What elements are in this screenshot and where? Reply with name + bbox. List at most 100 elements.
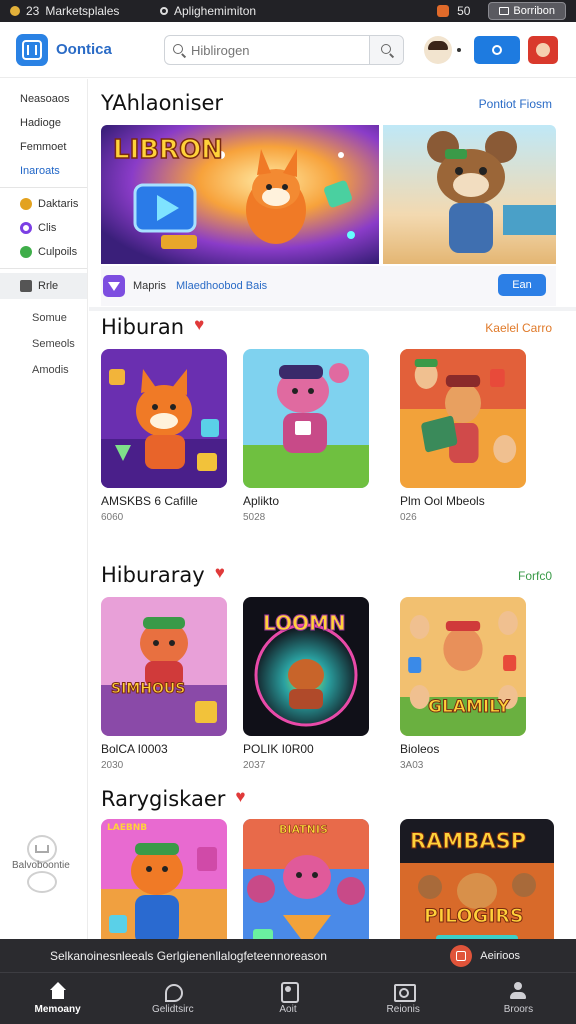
game-title: Aplikto <box>243 494 280 508</box>
sidebar-item-4[interactable]: Inaroats <box>0 159 87 183</box>
featured-link[interactable]: Pontiot Fiosm <box>479 97 552 111</box>
game-meta: 026 <box>400 512 417 523</box>
bottom-tab-bar: Memoany Gelidtsirc Aoit Reionis Broors <box>0 973 576 1024</box>
search-input[interactable] <box>191 42 371 58</box>
game-card[interactable]: GLAMILY Bioleos 3A03 <box>400 597 526 771</box>
sidebar-item-2[interactable]: Hadioge <box>0 111 87 135</box>
bottom-action-label: Aeirioos <box>480 950 520 962</box>
game-art-text: GLAMILY <box>428 697 511 718</box>
featured-banner-main[interactable]: LIBRON <box>101 125 379 264</box>
fox-blue-game-art <box>101 819 227 939</box>
section-title: Hiburan <box>101 315 185 339</box>
app-dot-icon <box>10 6 20 16</box>
section-link[interactable]: Forfc0 <box>518 569 552 583</box>
section-title: Hiburaray <box>101 563 205 587</box>
game-card[interactable]: RAMBASP PILOGIRS <box>400 819 554 939</box>
tab-label: Reionis <box>386 1004 420 1015</box>
photo-icon <box>393 982 417 1002</box>
app-logo[interactable] <box>16 33 48 66</box>
sidebar-group[interactable]: Rrle <box>0 273 87 299</box>
sidebar-item-label: Inaroats <box>20 165 60 177</box>
fox-game-art <box>101 349 227 488</box>
sidebar-item-3[interactable]: Femmoet <box>0 135 87 159</box>
game-art-text: LOOMN <box>263 611 347 636</box>
tab-label: Aoit <box>279 1004 297 1015</box>
heart-icon <box>215 563 231 583</box>
section-link[interactable]: Kaelel Carro <box>485 321 552 335</box>
game-card[interactable]: Plm Ool Mbeols 026 <box>400 349 526 523</box>
game-thumbnail: GLAMILY <box>400 597 526 736</box>
tab-label: Memoany <box>34 1004 81 1015</box>
avatar[interactable] <box>424 36 452 64</box>
game-thumbnail: LAEBNB <box>101 819 227 939</box>
bell-icon <box>492 45 502 55</box>
featured-banner-side[interactable] <box>383 125 556 264</box>
game-art-text: RAMBASP <box>409 829 527 854</box>
divider <box>0 268 87 269</box>
status-time: 23 <box>26 4 40 18</box>
game-card[interactable]: LOOMN POLIK I0R00 2037 <box>243 597 369 771</box>
pink-cat-game-art <box>243 349 369 488</box>
download-icon <box>450 945 473 967</box>
party-game-art <box>400 349 526 488</box>
game-card[interactable]: BIATNIS <box>243 819 369 939</box>
game-title: Plm Ool Mbeols <box>400 494 485 508</box>
tab-profile[interactable]: Broors <box>461 973 576 1024</box>
cart-icon <box>27 835 57 863</box>
tab-photos[interactable]: Reionis <box>346 973 461 1024</box>
section-header-1: Hiburan <box>101 315 210 339</box>
featured-get-button[interactable]: Ean <box>498 274 546 296</box>
sidebar: Neasoaos Hadioge Femmoet Inaroats Daktar… <box>0 79 88 939</box>
sidebar-item-label: Hadioge <box>20 117 61 129</box>
game-thumbnail: RAMBASP PILOGIRS <box>400 819 554 939</box>
sidebar-subitem[interactable]: Somue <box>0 305 87 331</box>
status-app-name: Marketsplales <box>45 4 120 18</box>
sidebar-item-label: Semeols <box>32 338 75 350</box>
tab-home[interactable]: Memoany <box>0 973 115 1024</box>
featured-title: YAhlaoniser <box>101 91 224 115</box>
sidebar-item-label: Neasoaos <box>20 93 70 105</box>
status-button[interactable]: Borribon <box>488 2 566 20</box>
logo-icon <box>22 39 42 60</box>
folder-icon <box>20 280 32 292</box>
bottom-action-button[interactable]: Aeirioos <box>450 945 520 967</box>
tab-indicator-icon <box>160 7 168 15</box>
featured-bar-label: Mapris <box>133 280 167 292</box>
game-title: AMSKBS 6 Cafille <box>101 494 198 508</box>
tab-apps[interactable]: Aoit <box>230 973 345 1024</box>
sidebar-item-label: Daktaris <box>38 198 79 210</box>
notifications-button[interactable] <box>474 36 520 64</box>
game-meta: 3A03 <box>400 760 424 771</box>
sidebar-item-clis[interactable]: Clis <box>0 216 87 240</box>
app-icon <box>103 275 125 297</box>
sidebar-widget[interactable]: Balvoboontie <box>12 835 70 893</box>
section-header-2: Hiburaray <box>101 563 231 587</box>
sidebar-item-daktaris[interactable]: Daktaris <box>0 192 87 216</box>
sidebar-item-label: Femmoet <box>20 141 67 153</box>
profile-button[interactable] <box>528 36 558 64</box>
divider <box>89 307 576 311</box>
game-card[interactable]: AMSKBS 6 Cafille 6060 <box>101 349 227 523</box>
sidebar-group-label: Rrle <box>38 280 59 292</box>
tab-games[interactable]: Gelidtsirc <box>115 973 230 1024</box>
game-card[interactable]: LAEBNB <box>101 819 227 939</box>
profile-icon <box>508 982 528 1000</box>
sidebar-item-label: Amodis <box>32 364 69 376</box>
featured-banner-text: LIBRON <box>112 134 223 166</box>
featured-bar-sublabel[interactable]: Mlaedhoobod Bais <box>176 280 267 292</box>
profile-icon <box>536 43 550 57</box>
game-thumbnail <box>101 349 227 488</box>
sidebar-widget-label: Balvoboontie <box>12 860 70 871</box>
status-bar: 23 Marketsplales Aplighemimiton 50 Borri… <box>0 0 576 22</box>
simhous-game-art <box>101 597 227 736</box>
brand-name: Oontica <box>56 41 112 58</box>
sidebar-subitem[interactable]: Semeols <box>0 331 87 357</box>
app-header: Oontica <box>0 22 576 78</box>
game-card[interactable]: Aplikto 5028 <box>243 349 369 523</box>
sidebar-item-culpoils[interactable]: Culpoils <box>0 240 87 264</box>
sidebar-subitem[interactable]: Amodis <box>0 357 87 383</box>
game-card[interactable]: SIMHOUS BolCA I0003 2030 <box>101 597 227 771</box>
search-button[interactable] <box>369 36 403 64</box>
more-icon[interactable] <box>457 48 461 52</box>
sidebar-item-1[interactable]: Neasoaos <box>0 87 87 111</box>
